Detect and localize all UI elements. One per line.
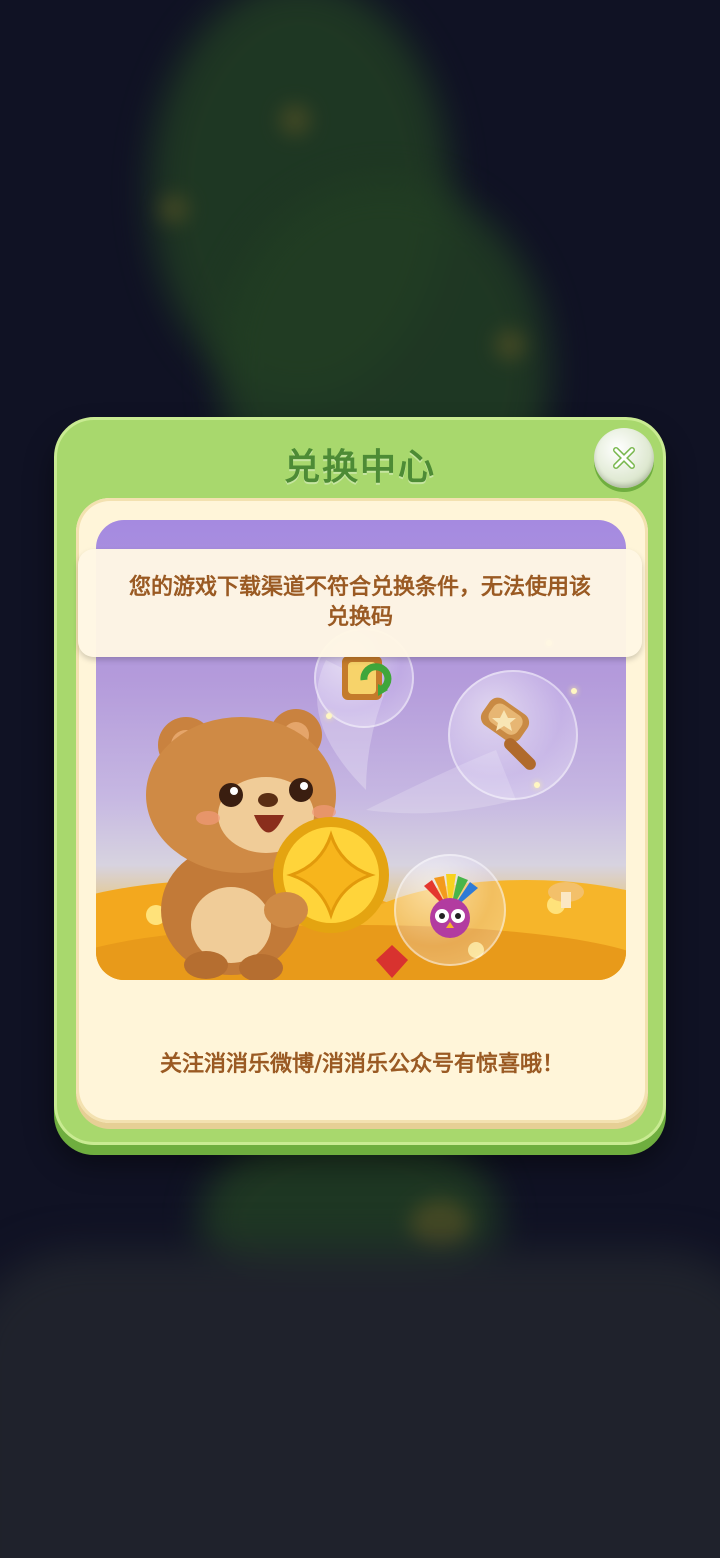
close-button[interactable]: [594, 428, 654, 488]
redeem-center-dialog: 兑换中心 关注消消乐微博/消消乐公众号有惊喜哦！: [54, 417, 666, 1145]
error-toast: 您的游戏下载渠道不符合兑换条件，无法使用该兑换码: [78, 549, 642, 657]
bear-character: [146, 709, 389, 980]
close-icon: [613, 447, 635, 469]
sparkle: [534, 782, 540, 788]
toast-message: 您的游戏下载渠道不符合兑换条件，无法使用该兑换码: [128, 575, 591, 630]
dialog-title: 兑换中心: [283, 447, 436, 488]
sparkle: [571, 688, 577, 694]
follow-hint-text: 关注消消乐微博/消消乐公众号有惊喜哦！: [159, 1052, 565, 1077]
rainbow-bird-icon: [424, 874, 478, 938]
game-screen: 兑换中心 关注消消乐微博/消消乐公众号有惊喜哦！ 您的游戏下载渠道不符合兑换条件…: [0, 0, 720, 1558]
hammer-booster-icon: [480, 697, 536, 770]
sparkle: [326, 713, 332, 719]
